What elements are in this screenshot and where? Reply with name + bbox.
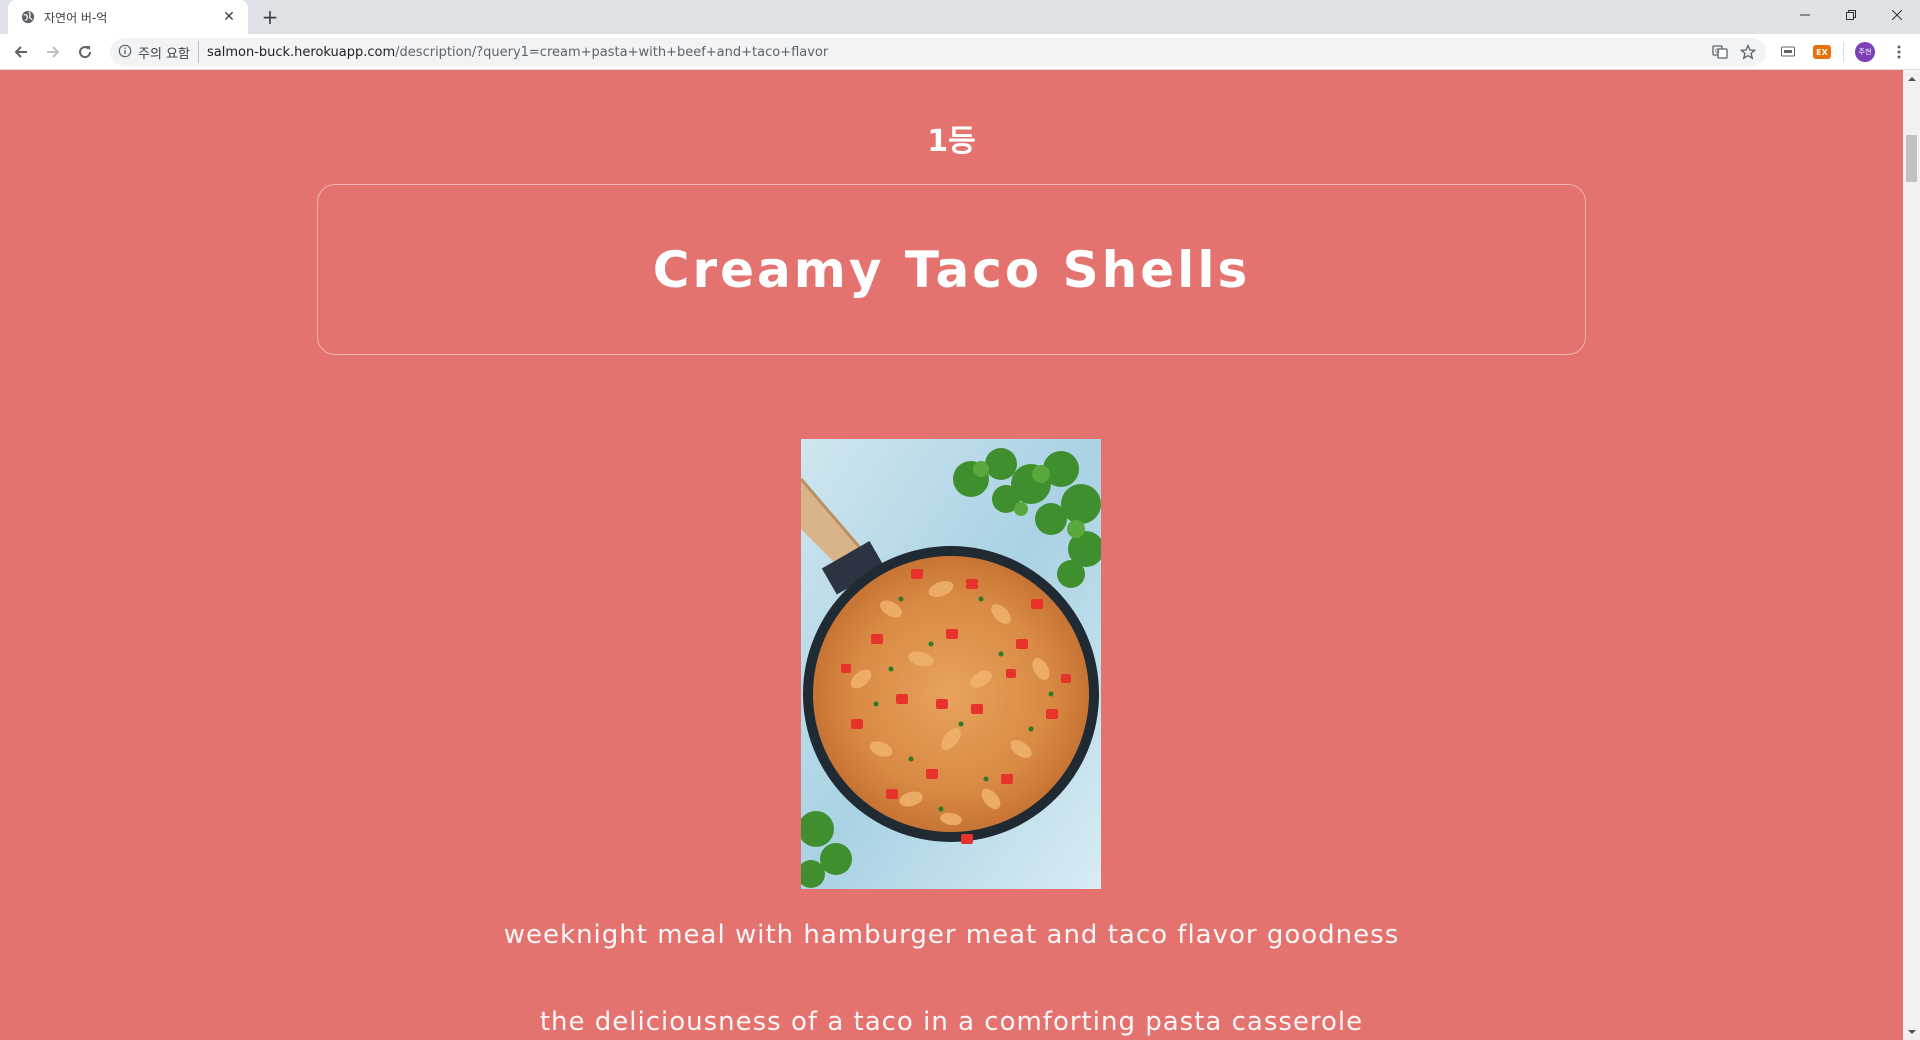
security-label: 주의 요함 xyxy=(138,46,190,62)
page-viewport: 1등 Creamy Taco Shells weeknight meal wit… xyxy=(0,70,1903,1040)
minimize-button[interactable] xyxy=(1782,0,1828,30)
toolbar-divider xyxy=(1843,42,1844,62)
scroll-down-icon[interactable] xyxy=(1903,1023,1920,1040)
recipe-description-1: weeknight meal with hamburger meat and t… xyxy=(503,920,1400,950)
reload-icon xyxy=(79,46,92,59)
new-tab-button[interactable]: + xyxy=(258,5,282,29)
recipe-title-card: Creamy Taco Shells xyxy=(317,184,1586,355)
window-controls xyxy=(1782,0,1920,30)
vertical-scrollbar[interactable] xyxy=(1903,70,1920,1040)
extensions-area: EX 주현 xyxy=(1775,38,1920,66)
cast-icon[interactable] xyxy=(1775,39,1801,65)
forward-button[interactable] xyxy=(40,39,66,65)
restore-button[interactable] xyxy=(1828,0,1874,30)
recipe-title: Creamy Taco Shells xyxy=(652,240,1251,299)
security-indicator[interactable]: 주의 요함 xyxy=(118,41,199,63)
rank-heading: 1등 xyxy=(927,124,976,159)
bookmark-star-icon[interactable] xyxy=(1736,41,1760,63)
address-bar[interactable]: 주의 요함 salmon-buck.herokuapp.com/descript… xyxy=(110,38,1766,66)
svg-text:G: G xyxy=(1715,48,1720,55)
scroll-up-icon[interactable] xyxy=(1903,70,1920,87)
menu-button[interactable] xyxy=(1886,39,1912,65)
arrow-right-icon xyxy=(47,46,60,58)
profile-button[interactable]: 주현 xyxy=(1852,39,1878,65)
arrow-left-icon xyxy=(14,46,27,58)
globe-icon xyxy=(20,9,36,25)
browser-toolbar: 주의 요함 salmon-buck.herokuapp.com/descript… xyxy=(0,34,1920,70)
url-host: salmon-buck.herokuapp.com xyxy=(206,44,396,60)
url-text[interactable]: salmon-buck.herokuapp.com/description/?q… xyxy=(207,45,828,60)
info-icon xyxy=(118,43,132,62)
close-window-button[interactable] xyxy=(1874,0,1920,30)
recipe-description-2: the deliciousness of a taco in a comfort… xyxy=(539,1007,1364,1037)
extension-badge: EX xyxy=(1813,45,1831,59)
more-vert-icon xyxy=(1897,45,1901,59)
close-tab-icon[interactable]: ✕ xyxy=(220,8,238,26)
extension-button[interactable]: EX xyxy=(1809,39,1835,65)
back-button[interactable] xyxy=(8,39,34,65)
scrollbar-thumb[interactable] xyxy=(1906,135,1917,182)
omnibox-actions: G xyxy=(1708,41,1760,63)
tab-title: 자연어 버-억 xyxy=(44,10,108,25)
translate-icon[interactable]: G xyxy=(1708,41,1732,63)
reload-button[interactable] xyxy=(72,39,98,65)
url-path: /description/?query1=cream+pasta+with+be… xyxy=(395,44,829,60)
tab-strip: 자연어 버-억 ✕ + xyxy=(0,0,1920,34)
avatar: 주현 xyxy=(1855,42,1875,62)
browser-tab[interactable]: 자연어 버-억 ✕ xyxy=(8,0,248,34)
recipe-image xyxy=(801,439,1101,889)
